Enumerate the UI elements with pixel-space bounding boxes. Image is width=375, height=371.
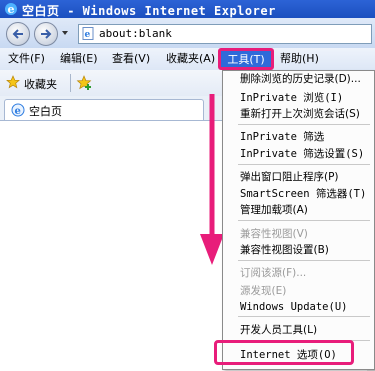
menu-compat-view: 兼容性视图(V) [240,228,308,240]
menu-subscribe-feed: 订阅该源(F)... [240,267,307,279]
back-arrow-icon [12,29,23,39]
menu-view[interactable]: 查看(V) [112,52,150,66]
tab-blank-page[interactable]: e 空白页 [4,99,204,120]
back-button[interactable] [6,22,30,46]
favorites-button[interactable]: 收藏夹 [24,76,57,92]
ie-page-icon: e [11,103,25,117]
menu-bar: 文件(F) 编辑(E) 查看(V) 收藏夹(A) 工具(T) 帮助(H) [0,48,375,71]
menu-compat-view-settings[interactable]: 兼容性视图设置(B) [240,243,329,257]
menu-reopen-session[interactable]: 重新打开上次浏览会话(S) [240,107,360,121]
menu-separator [238,260,370,261]
svg-text:e: e [15,106,21,117]
forward-arrow-icon [41,29,52,39]
navigation-bar: e [0,18,375,49]
page-icon: e [82,27,94,40]
menu-edit[interactable]: 编辑(E) [60,52,98,66]
menu-windows-update[interactable]: Windows Update(U) [240,300,347,314]
menu-delete-history[interactable]: 删除浏览的历史记录(D)... [240,72,361,86]
menu-tools-label: 工具(T) [227,53,265,66]
menu-smartscreen-filter[interactable]: SmartScreen 筛选器(T) [240,187,366,201]
title-bar: e 空白页 - Windows Internet Explorer [0,0,375,18]
menu-developer-tools[interactable]: 开发人员工具(L) [240,323,317,337]
svg-text:e: e [8,3,15,16]
favorites-separator [70,74,71,92]
menu-inprivate-browsing[interactable]: InPrivate 浏览(I) [240,91,343,105]
menu-separator [238,124,370,125]
menu-tools[interactable]: 工具(T) [218,48,274,70]
add-favorite-icon[interactable] [76,74,94,92]
tab-label: 空白页 [29,105,62,118]
history-dropdown-icon[interactable] [62,31,68,35]
menu-feed-discovery: 源发现(E) [240,285,287,297]
menu-file[interactable]: 文件(F) [8,52,45,66]
menu-popup-blocker[interactable]: 弹出窗口阻止程序(P) [240,170,339,184]
window-title: 空白页 - Windows Internet Explorer [22,4,276,18]
forward-button[interactable] [34,22,58,46]
menu-inprivate-filter[interactable]: InPrivate 筛选 [240,130,324,144]
menu-inprivate-filter-settings[interactable]: InPrivate 筛选设置(S) [240,147,364,161]
address-input[interactable] [99,26,359,40]
menu-separator [238,164,370,165]
menu-separator [238,220,370,221]
menu-favorites[interactable]: 收藏夹(A) [166,52,215,66]
favorites-star-icon [6,75,20,89]
ie-logo-icon: e [5,3,17,16]
menu-manage-addons[interactable]: 管理加载项(A) [240,203,308,217]
svg-text:e: e [85,30,91,40]
internet-options-highlight [214,340,354,365]
menu-help[interactable]: 帮助(H) [280,52,319,66]
menu-separator [238,316,370,317]
address-bar[interactable]: e [78,24,372,44]
